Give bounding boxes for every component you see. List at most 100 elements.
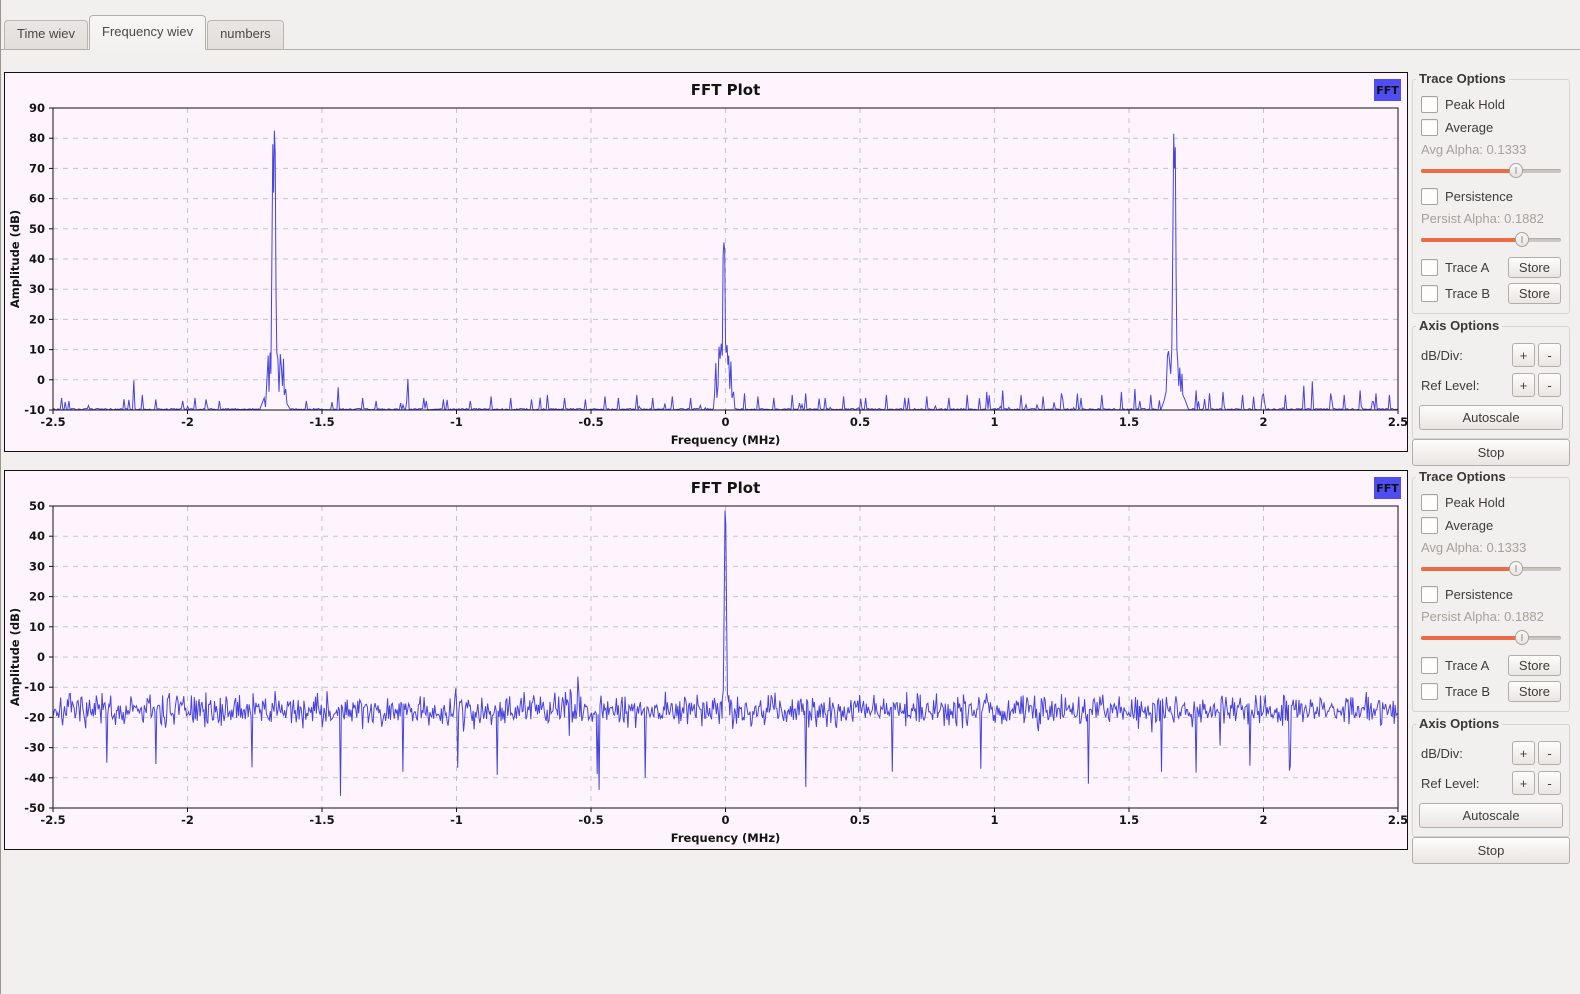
tab-bar: Time wiev Frequency wiev numbers bbox=[1, 0, 1580, 49]
fft-plot-canvas[interactable]: -50-40-30-20-1001020304050-2.5-2-1.5-1-0… bbox=[5, 471, 1407, 849]
plot-title: FFT Plot bbox=[691, 479, 761, 497]
ref-level-plus-button[interactable]: + bbox=[1512, 373, 1535, 397]
x-axis-label: Frequency (MHz) bbox=[671, 831, 781, 845]
checkbox-icon[interactable] bbox=[1421, 188, 1438, 205]
ref-level-plus-button[interactable]: + bbox=[1512, 771, 1535, 795]
tab-time-view[interactable]: Time wiev bbox=[4, 20, 88, 49]
tick-label: -0.5 bbox=[578, 415, 603, 429]
tick-label: -2 bbox=[181, 813, 194, 827]
persistence-checkbox[interactable]: Persistence bbox=[1421, 188, 1561, 205]
persist-alpha-label: Persist Alpha: 0.1882 bbox=[1421, 609, 1561, 624]
persistence-label: Persistence bbox=[1445, 189, 1513, 204]
average-checkbox[interactable]: Average bbox=[1421, 119, 1561, 136]
peak-hold-checkbox[interactable]: Peak Hold bbox=[1421, 494, 1561, 511]
tick-label: -1 bbox=[450, 415, 463, 429]
slider-handle[interactable] bbox=[1509, 163, 1523, 178]
stop-button[interactable]: Stop bbox=[1412, 837, 1570, 864]
trace-a-checkbox[interactable]: Trace A bbox=[1421, 657, 1489, 674]
control-panel-top: Trace Options Peak Hold Average Avg Alph… bbox=[1412, 72, 1570, 466]
checkbox-icon[interactable] bbox=[1421, 96, 1438, 113]
fft-plot-bottom[interactable]: -50-40-30-20-1001020304050-2.5-2-1.5-1-0… bbox=[4, 470, 1408, 850]
trace-b-checkbox[interactable]: Trace B bbox=[1421, 683, 1490, 700]
trace-options-title: Trace Options bbox=[1416, 71, 1509, 86]
db-div-minus-button[interactable]: - bbox=[1538, 741, 1561, 765]
avg-alpha-slider[interactable] bbox=[1421, 561, 1561, 576]
slider-fill bbox=[1421, 169, 1516, 173]
db-div-plus-button[interactable]: + bbox=[1512, 343, 1535, 367]
tick-label: -30 bbox=[24, 741, 45, 755]
slider-handle[interactable] bbox=[1515, 630, 1529, 645]
tab-pane: -100102030405060708090-2.5-2-1.5-1-0.500… bbox=[1, 49, 1580, 864]
tick-label: 0.5 bbox=[850, 813, 870, 827]
trace-b-checkbox[interactable]: Trace B bbox=[1421, 285, 1490, 302]
tab-numbers[interactable]: numbers bbox=[207, 20, 284, 49]
plot-title: FFT Plot bbox=[691, 81, 761, 99]
slider-handle[interactable] bbox=[1515, 232, 1529, 247]
axis-options-group: Axis Options dB/Div: + - Ref Level: + - … bbox=[1412, 724, 1570, 837]
peak-hold-checkbox[interactable]: Peak Hold bbox=[1421, 96, 1561, 113]
tick-label: 1 bbox=[990, 415, 998, 429]
fft-badge: FFT bbox=[1374, 79, 1401, 101]
average-checkbox[interactable]: Average bbox=[1421, 517, 1561, 534]
tick-label: 60 bbox=[29, 192, 45, 206]
tick-label: 0 bbox=[37, 373, 45, 387]
peak-hold-label: Peak Hold bbox=[1445, 495, 1505, 510]
checkbox-icon[interactable] bbox=[1421, 683, 1438, 700]
store-trace-a-button[interactable]: Store bbox=[1508, 655, 1561, 676]
ref-level-row: Ref Level: + - bbox=[1421, 771, 1561, 795]
tick-label: -0.5 bbox=[578, 813, 603, 827]
ref-level-minus-button[interactable]: - bbox=[1538, 373, 1561, 397]
store-trace-b-button[interactable]: Store bbox=[1508, 283, 1561, 304]
db-div-plus-button[interactable]: + bbox=[1512, 741, 1535, 765]
ref-level-minus-button[interactable]: - bbox=[1538, 771, 1561, 795]
store-trace-a-button[interactable]: Store bbox=[1508, 257, 1561, 278]
checkbox-icon[interactable] bbox=[1421, 494, 1438, 511]
tick-label: 20 bbox=[29, 312, 45, 326]
persist-alpha-slider[interactable] bbox=[1421, 232, 1561, 247]
trace-a-label: Trace A bbox=[1445, 658, 1489, 673]
average-label: Average bbox=[1445, 120, 1493, 135]
tick-label: 0 bbox=[721, 415, 729, 429]
store-trace-b-button[interactable]: Store bbox=[1508, 681, 1561, 702]
checkbox-icon[interactable] bbox=[1421, 259, 1438, 276]
avg-alpha-slider[interactable] bbox=[1421, 163, 1561, 178]
axis-options-title: Axis Options bbox=[1416, 318, 1502, 333]
checkbox-icon[interactable] bbox=[1421, 586, 1438, 603]
app-window: Time wiev Frequency wiev numbers -100102… bbox=[0, 0, 1580, 994]
fft-plot-canvas[interactable]: -100102030405060708090-2.5-2-1.5-1-0.500… bbox=[5, 73, 1407, 451]
trace-a-checkbox[interactable]: Trace A bbox=[1421, 259, 1489, 276]
db-div-minus-button[interactable]: - bbox=[1538, 343, 1561, 367]
autoscale-button[interactable]: Autoscale bbox=[1419, 803, 1563, 828]
fft-panel-top: -100102030405060708090-2.5-2-1.5-1-0.500… bbox=[4, 72, 1580, 466]
tick-label: -2.5 bbox=[40, 813, 65, 827]
autoscale-button[interactable]: Autoscale bbox=[1419, 405, 1563, 430]
checkbox-icon[interactable] bbox=[1421, 119, 1438, 136]
fft-plot-top[interactable]: -100102030405060708090-2.5-2-1.5-1-0.500… bbox=[4, 72, 1408, 452]
axis-options-title: Axis Options bbox=[1416, 716, 1502, 731]
tick-label: 2 bbox=[1259, 415, 1267, 429]
persistence-checkbox[interactable]: Persistence bbox=[1421, 586, 1561, 603]
axis-options-group: Axis Options dB/Div: + - Ref Level: + - … bbox=[1412, 326, 1570, 439]
trace-options-title: Trace Options bbox=[1416, 469, 1509, 484]
slider-fill bbox=[1421, 567, 1516, 571]
checkbox-icon[interactable] bbox=[1421, 657, 1438, 674]
tick-label: 2 bbox=[1259, 813, 1267, 827]
trace-options-group: Trace Options Peak Hold Average Avg Alph… bbox=[1412, 477, 1570, 712]
persist-alpha-slider[interactable] bbox=[1421, 630, 1561, 645]
trace-b-row: Trace B Store bbox=[1421, 283, 1561, 304]
persist-alpha-label: Persist Alpha: 0.1882 bbox=[1421, 211, 1561, 226]
tick-label: -40 bbox=[24, 771, 45, 785]
trace-b-label: Trace B bbox=[1445, 684, 1490, 699]
trace-a-row: Trace A Store bbox=[1421, 257, 1561, 278]
tick-label: 50 bbox=[29, 499, 45, 513]
tab-frequency-view[interactable]: Frequency wiev bbox=[89, 15, 206, 50]
tick-label: 80 bbox=[29, 131, 45, 145]
stop-button[interactable]: Stop bbox=[1412, 439, 1570, 466]
slider-fill bbox=[1421, 238, 1522, 242]
tick-label: 1.5 bbox=[1119, 813, 1139, 827]
checkbox-icon[interactable] bbox=[1421, 517, 1438, 534]
y-axis-label: Amplitude (dB) bbox=[8, 608, 22, 706]
slider-handle[interactable] bbox=[1509, 561, 1523, 576]
checkbox-icon[interactable] bbox=[1421, 285, 1438, 302]
tick-label: -1 bbox=[450, 813, 463, 827]
